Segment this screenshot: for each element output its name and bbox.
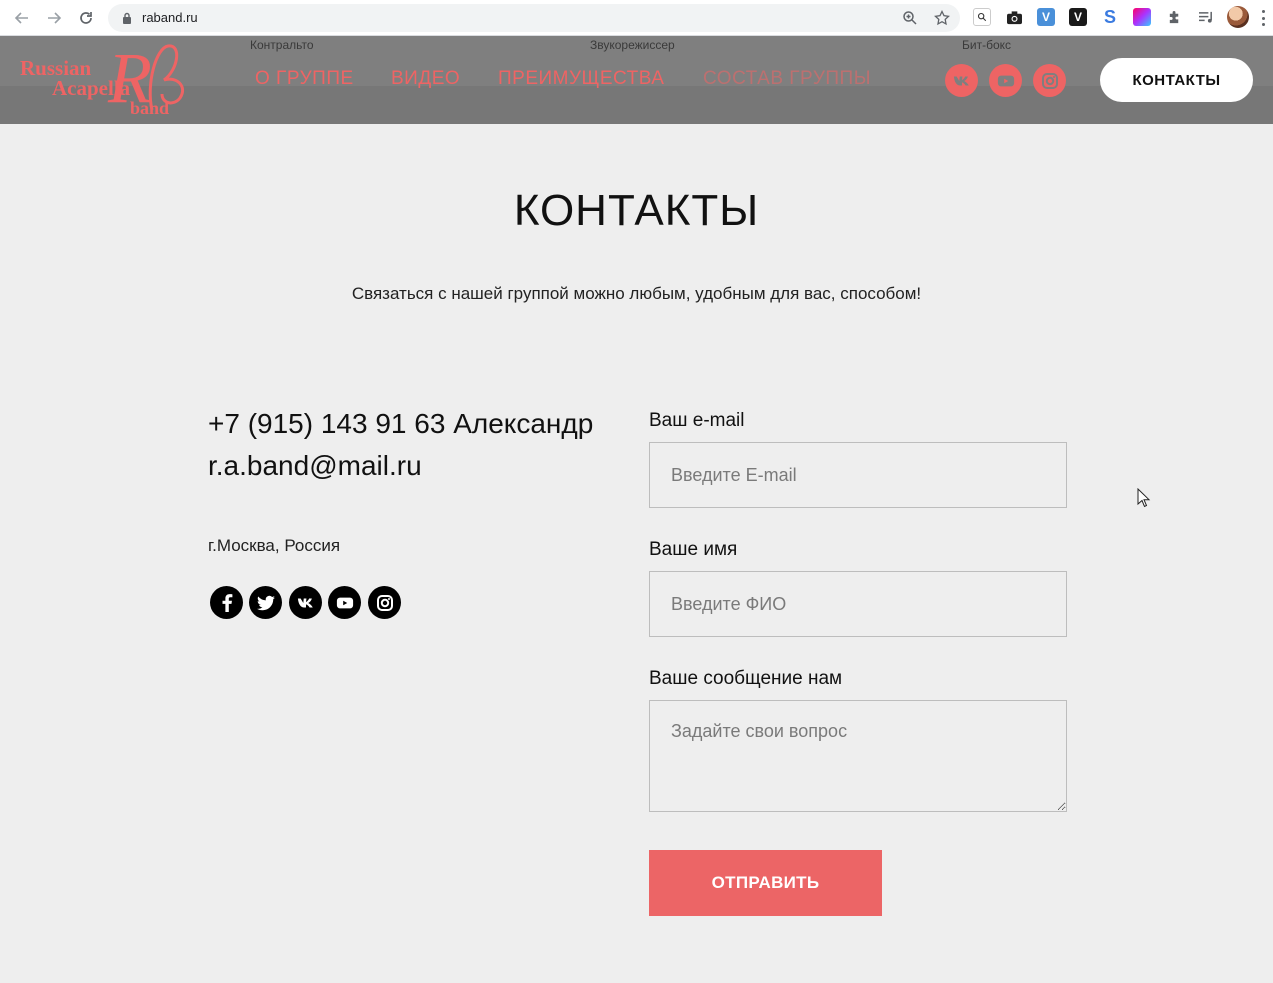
- forward-arrow-icon: [48, 12, 62, 24]
- vk-icon: [297, 598, 313, 607]
- lock-icon: [123, 12, 131, 24]
- nav-advantages[interactable]: ПРЕИМУЩЕСТВА: [498, 68, 664, 90]
- nav-about[interactable]: О ГРУППЕ: [255, 68, 354, 90]
- gradient-extension-icon[interactable]: [1133, 8, 1151, 26]
- header-youtube-link[interactable]: [989, 64, 1022, 97]
- page-subtitle: Связаться с нашей группой можно любым, у…: [351, 284, 922, 303]
- youtube-icon: [997, 75, 1014, 86]
- menu-caption-contralto: Контральто: [250, 38, 314, 52]
- bookmark-star-icon[interactable]: [934, 10, 950, 26]
- contact-phone[interactable]: +7 (915) 143 91 63 Александр: [208, 408, 593, 440]
- email-input[interactable]: [649, 442, 1067, 508]
- logo-line-3: band: [130, 98, 170, 118]
- site-logo[interactable]: R Russian Acapella band: [20, 40, 190, 118]
- twitter-icon: [256, 595, 275, 610]
- menu-caption-beatbox: Бит-бокс: [962, 38, 1012, 52]
- page-title: КОНТАКТЫ: [513, 186, 760, 235]
- camera-icon[interactable]: [1005, 8, 1023, 26]
- back-arrow-icon: [14, 12, 28, 24]
- address-bar[interactable]: raband.ru: [108, 4, 960, 32]
- youtube-icon: [336, 597, 353, 608]
- browser-toolbar: raband.ru V V S: [0, 0, 1273, 36]
- instagram-icon: [376, 594, 393, 611]
- zoom-icon[interactable]: [902, 10, 918, 26]
- email-label: Ваш e-mail: [649, 410, 745, 431]
- header-instagram-link[interactable]: [1033, 64, 1066, 97]
- footer-twitter-link[interactable]: [249, 586, 282, 619]
- header-contacts-button[interactable]: КОНТАКТЫ: [1100, 58, 1253, 102]
- instagram-icon: [1041, 72, 1058, 89]
- reload-button[interactable]: [75, 7, 97, 29]
- back-button[interactable]: [11, 7, 33, 29]
- browser-menu-icon[interactable]: [1262, 10, 1266, 26]
- mouse-cursor-icon: [1137, 488, 1151, 508]
- vk-icon: [953, 76, 969, 85]
- name-input[interactable]: [649, 571, 1067, 637]
- site-header: R Russian Acapella band Контральто Звуко…: [0, 36, 1273, 124]
- reload-icon: [80, 12, 92, 24]
- s-extension-icon[interactable]: S: [1101, 7, 1119, 27]
- footer-vk-link[interactable]: [289, 586, 322, 619]
- logo-line-2: Acapella: [52, 76, 131, 100]
- extension-search-icon[interactable]: [973, 8, 991, 26]
- footer-instagram-link[interactable]: [368, 586, 401, 619]
- vector-v-icon[interactable]: V: [1069, 8, 1087, 26]
- vimeo-v-icon[interactable]: V: [1037, 8, 1055, 26]
- contact-email[interactable]: r.a.band@mail.ru: [208, 450, 422, 482]
- facebook-icon: [222, 593, 232, 612]
- footer-youtube-link[interactable]: [328, 586, 361, 619]
- puzzle-extensions-icon[interactable]: [1165, 8, 1183, 26]
- nav-members[interactable]: СОСТАВ ГРУППЫ: [703, 68, 871, 90]
- url-text: raband.ru: [142, 10, 198, 25]
- contact-city: г.Москва, Россия: [208, 536, 341, 555]
- media-queue-icon[interactable]: [1197, 8, 1215, 26]
- profile-avatar[interactable]: [1227, 6, 1249, 28]
- header-vk-link[interactable]: [945, 64, 978, 97]
- nav-video[interactable]: ВИДЕО: [391, 68, 460, 90]
- message-label: Ваше сообщение нам: [649, 668, 843, 689]
- footer-facebook-link[interactable]: [210, 586, 243, 619]
- submit-button[interactable]: ОТПРАВИТЬ: [649, 850, 882, 916]
- message-textarea[interactable]: [649, 700, 1067, 812]
- menu-caption-sound-engineer: Звукорежиссер: [590, 38, 675, 52]
- forward-button[interactable]: [43, 7, 65, 29]
- name-label: Ваше имя: [649, 539, 738, 560]
